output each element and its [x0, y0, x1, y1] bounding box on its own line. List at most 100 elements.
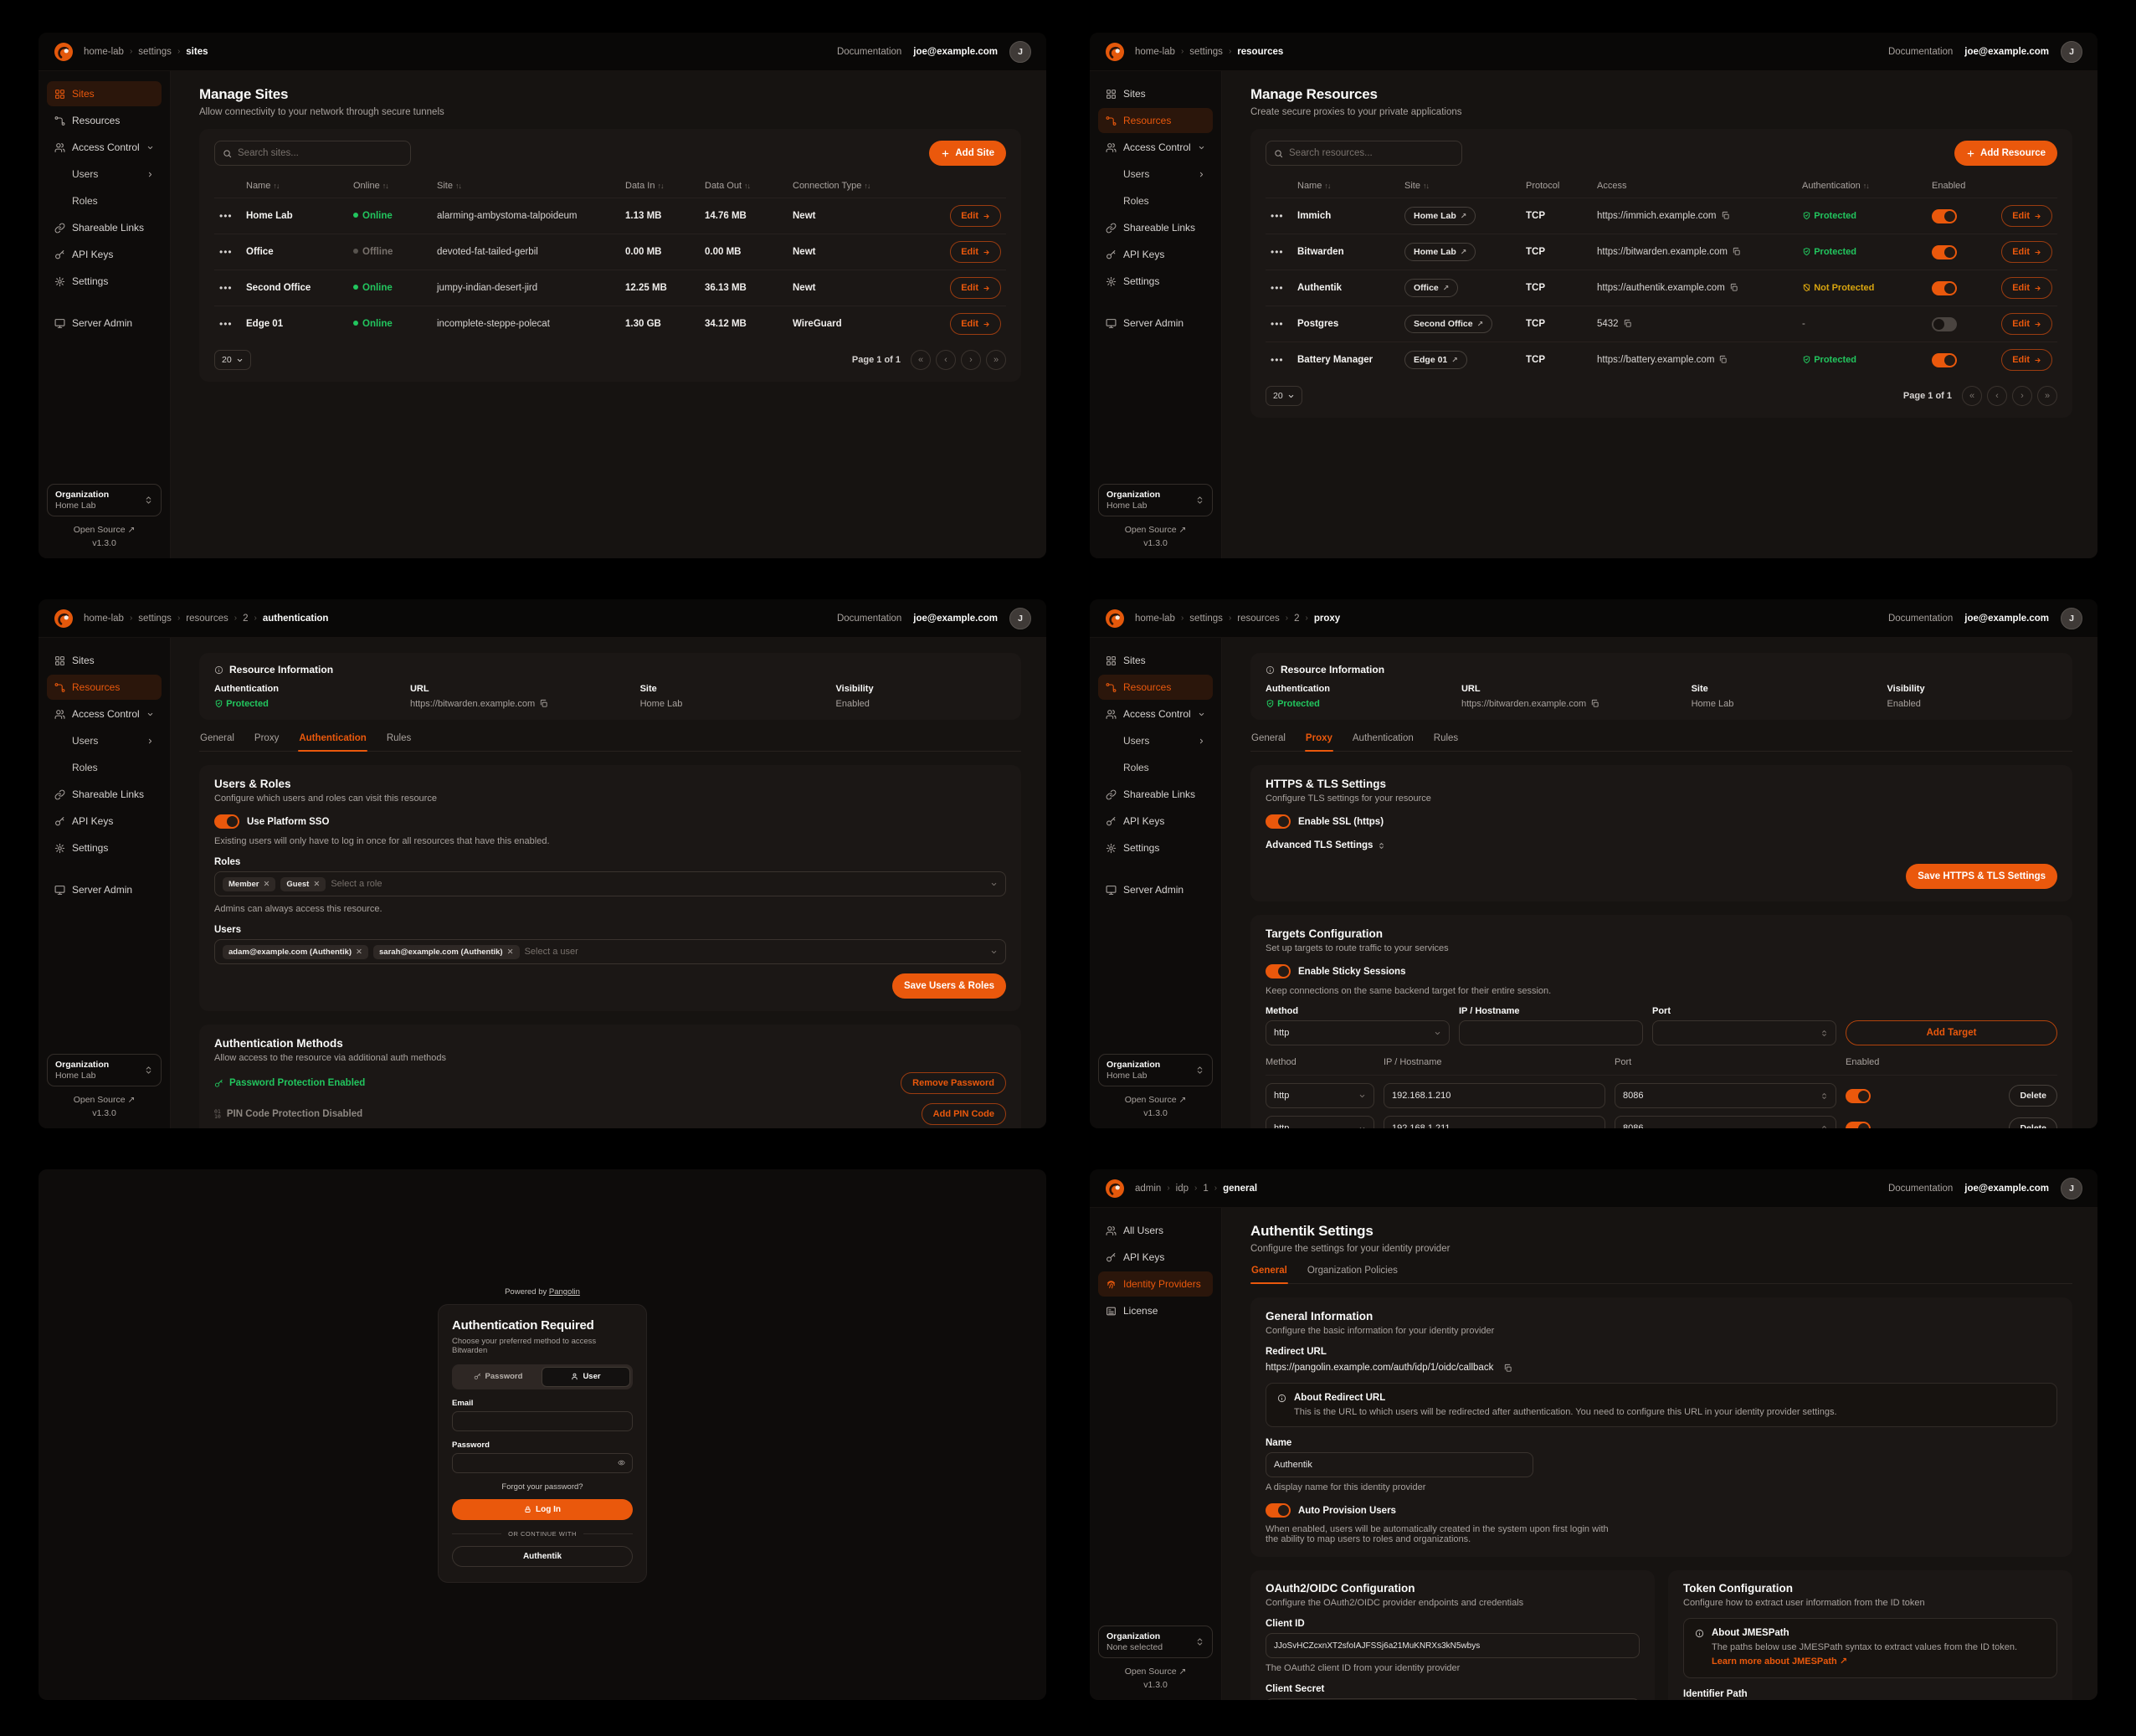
breadcrumb-item[interactable]: home-lab: [1135, 614, 1175, 624]
target-port-input[interactable]: 8086: [1615, 1083, 1836, 1108]
tab-password[interactable]: Password: [454, 1367, 542, 1387]
edit-button[interactable]: Edit: [2001, 241, 2052, 263]
add-pin-code-button[interactable]: Add PIN Code: [922, 1103, 1006, 1125]
authentik-sso-button[interactable]: Authentik: [452, 1546, 633, 1567]
breadcrumb-item[interactable]: settings: [1189, 47, 1223, 57]
edit-button[interactable]: Edit: [950, 205, 1001, 227]
last-page-button[interactable]: »: [2037, 386, 2057, 406]
breadcrumb-item[interactable]: sites: [186, 47, 208, 57]
user-email[interactable]: joe@example.com: [913, 614, 998, 624]
jmespath-link[interactable]: Learn more about JMESPath ↗: [1712, 1656, 1847, 1667]
tab-general[interactable]: General: [199, 732, 235, 751]
add-resource-button[interactable]: Add Resource: [1954, 141, 2057, 166]
open-source-link[interactable]: Open Source ↗: [1098, 1095, 1213, 1105]
user-email[interactable]: joe@example.com: [913, 47, 998, 57]
sidebar-item-api-keys[interactable]: API Keys: [1098, 1245, 1213, 1270]
sidebar-item-identity-providers[interactable]: Identity Providers: [1098, 1271, 1213, 1297]
client-secret-input[interactable]: ••••••••••••••••••••••••••••••••••••••••…: [1266, 1698, 1640, 1700]
search-input[interactable]: [214, 141, 411, 166]
documentation-link[interactable]: Documentation: [1888, 614, 1953, 624]
role-chip[interactable]: Member✕: [223, 877, 275, 891]
sidebar-item-sites[interactable]: Sites: [1098, 648, 1213, 673]
column-header-authentication[interactable]: Authentication↑↓: [1797, 174, 1927, 198]
edit-button[interactable]: Edit: [950, 313, 1001, 335]
breadcrumb-item[interactable]: settings: [138, 614, 172, 624]
breadcrumb-item[interactable]: settings: [138, 47, 172, 57]
organization-switcher[interactable]: OrganizationHome Lab: [1098, 484, 1213, 516]
site-pill[interactable]: Office↗: [1404, 279, 1458, 297]
avatar[interactable]: J: [2061, 608, 2082, 629]
edit-button[interactable]: Edit: [2001, 349, 2052, 371]
row-menu-button[interactable]: •••: [219, 210, 233, 222]
documentation-link[interactable]: Documentation: [1888, 1184, 1953, 1194]
column-header-site[interactable]: Site↑↓: [432, 174, 620, 198]
sticky-sessions-toggle[interactable]: [1266, 964, 1291, 978]
open-source-link[interactable]: Open Source ↗: [47, 1095, 162, 1105]
column-header-name[interactable]: Name↑↓: [1292, 174, 1399, 198]
avatar[interactable]: J: [2061, 41, 2082, 63]
row-menu-button[interactable]: •••: [219, 246, 233, 258]
prev-page-button[interactable]: ‹: [936, 350, 956, 370]
row-menu-button[interactable]: •••: [219, 282, 233, 294]
sidebar-item-server-admin[interactable]: Server Admin: [1098, 877, 1213, 902]
column-header-connection-type[interactable]: Connection Type↑↓: [788, 174, 939, 198]
copy-icon[interactable]: [1718, 355, 1728, 364]
target-ip-input[interactable]: [1384, 1083, 1605, 1108]
name-input[interactable]: [1266, 1452, 1533, 1477]
user-email[interactable]: joe@example.com: [1964, 47, 2049, 57]
target-method-select[interactable]: http: [1266, 1116, 1374, 1128]
sidebar-item-resources[interactable]: Resources: [47, 675, 162, 700]
target-port-input[interactable]: 8086: [1615, 1116, 1836, 1128]
avatar[interactable]: J: [2061, 1178, 2082, 1199]
sidebar-item-license[interactable]: License: [1098, 1298, 1213, 1323]
first-page-button[interactable]: «: [911, 350, 931, 370]
enabled-toggle[interactable]: [1932, 281, 1957, 295]
edit-button[interactable]: Edit: [2001, 313, 2052, 335]
sidebar-item-shareable-links[interactable]: Shareable Links: [1098, 782, 1213, 807]
auto-provision-toggle[interactable]: [1266, 1503, 1291, 1518]
advanced-tls-expander[interactable]: Advanced TLS Settings: [1266, 840, 2057, 850]
target-ip-input[interactable]: [1384, 1116, 1605, 1128]
sidebar-item-server-admin[interactable]: Server Admin: [47, 311, 162, 336]
enabled-toggle[interactable]: [1932, 245, 1957, 259]
sidebar-item-all-users[interactable]: All Users: [1098, 1218, 1213, 1243]
sidebar-item-shareable-links[interactable]: Shareable Links: [47, 215, 162, 240]
organization-switcher[interactable]: OrganizationNone selected: [1098, 1626, 1213, 1658]
column-header-protocol[interactable]: Protocol: [1521, 174, 1592, 198]
edit-button[interactable]: Edit: [2001, 205, 2052, 227]
tab-rules[interactable]: Rules: [1433, 732, 1459, 751]
tab-organization-policies[interactable]: Organization Policies: [1307, 1264, 1399, 1283]
user-email[interactable]: joe@example.com: [1964, 1184, 2049, 1194]
user-chip[interactable]: sarah@example.com (Authentik)✕: [373, 945, 520, 959]
save-https-tls-button[interactable]: Save HTTPS & TLS Settings: [1906, 864, 2057, 889]
next-page-button[interactable]: ›: [2012, 386, 2032, 406]
organization-switcher[interactable]: OrganizationHome Lab: [47, 1054, 162, 1086]
sidebar-item-shareable-links[interactable]: Shareable Links: [1098, 215, 1213, 240]
copy-icon[interactable]: [539, 699, 548, 708]
breadcrumb-item[interactable]: general: [1223, 1184, 1257, 1194]
sidebar-item-api-keys[interactable]: API Keys: [47, 809, 162, 834]
port-input[interactable]: [1652, 1020, 1836, 1045]
copy-icon[interactable]: [1732, 247, 1741, 256]
remove-chip-icon[interactable]: ✕: [356, 948, 362, 957]
ip-hostname-input[interactable]: [1459, 1020, 1643, 1045]
documentation-link[interactable]: Documentation: [837, 47, 901, 57]
sidebar-item-settings[interactable]: Settings: [47, 269, 162, 294]
pangolin-link[interactable]: Pangolin: [549, 1287, 580, 1297]
tab-rules[interactable]: Rules: [386, 732, 412, 751]
breadcrumb-item[interactable]: idp: [1176, 1184, 1189, 1194]
edit-button[interactable]: Edit: [2001, 277, 2052, 299]
tab-general[interactable]: General: [1250, 732, 1286, 751]
client-id-input[interactable]: [1266, 1633, 1640, 1658]
sidebar-item-sites[interactable]: Sites: [1098, 81, 1213, 106]
avatar[interactable]: J: [1009, 41, 1031, 63]
delete-target-button[interactable]: Delete: [2009, 1085, 2057, 1107]
breadcrumb-item[interactable]: home-lab: [1135, 47, 1175, 57]
breadcrumb-item[interactable]: home-lab: [84, 47, 124, 57]
log-in-button[interactable]: Log In: [452, 1499, 633, 1520]
search-input[interactable]: [1266, 141, 1462, 166]
breadcrumb-item[interactable]: resources: [1237, 614, 1280, 624]
sidebar-item-server-admin[interactable]: Server Admin: [1098, 311, 1213, 336]
users-multiselect[interactable]: adam@example.com (Authentik)✕ sarah@exam…: [214, 939, 1006, 964]
remove-chip-icon[interactable]: ✕: [313, 880, 320, 889]
